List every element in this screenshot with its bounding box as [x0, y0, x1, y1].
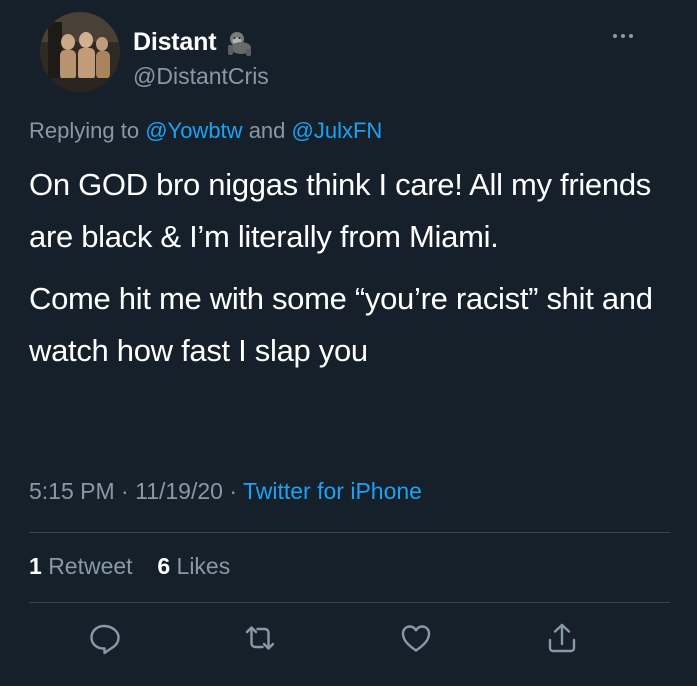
reply-mention-julxfn[interactable]: @JulxFN — [292, 118, 383, 143]
tweet-paragraph-1: On GOD bro niggas think I care! All my f… — [29, 167, 651, 254]
like-stat[interactable]: 6 Likes — [157, 553, 230, 579]
like-label: Likes — [176, 553, 231, 579]
handle[interactable]: @DistantCris — [133, 63, 269, 90]
reply-prefix: Replying to — [29, 118, 140, 143]
action-bar — [0, 620, 697, 660]
meta-separator: · — [121, 478, 129, 504]
more-icon[interactable] — [608, 26, 638, 46]
reply-joiner: and — [248, 118, 286, 143]
retweet-icon[interactable] — [242, 620, 278, 656]
like-icon[interactable] — [398, 620, 434, 656]
name-row: Distant — [133, 28, 254, 57]
engagement-stats: 1 Retweet 6 Likes — [29, 553, 230, 580]
replying-to: Replying to @Yowbtw and @JulxFN — [29, 118, 382, 144]
reply-mention-yowbtw[interactable]: @Yowbtw — [145, 118, 242, 143]
retweet-label: Retweet — [48, 553, 133, 579]
retweet-count: 1 — [29, 553, 42, 579]
meta-separator: · — [229, 478, 237, 504]
divider — [29, 602, 670, 603]
like-count: 6 — [157, 553, 171, 579]
tweet-source[interactable]: Twitter for iPhone — [243, 478, 422, 504]
divider — [29, 532, 670, 533]
avatar-photo — [40, 12, 120, 92]
gorilla-emoji-icon — [224, 30, 254, 56]
display-name[interactable]: Distant — [133, 28, 217, 57]
tweet-time[interactable]: 5:15 PM — [29, 478, 115, 504]
tweet-paragraph-2: Come hit me with some “you’re racist” sh… — [29, 281, 653, 368]
tweet-text: On GOD bro niggas think I care! All my f… — [29, 159, 669, 377]
retweet-stat[interactable]: 1 Retweet — [29, 553, 139, 579]
tweet-date[interactable]: 11/19/20 — [135, 478, 223, 504]
tweet-card: Distant @DistantCris Replying to @Yowbtw… — [0, 0, 697, 686]
tweet-meta: 5:15 PM · 11/19/20 · Twitter for iPhone — [29, 478, 422, 505]
reply-icon[interactable] — [86, 620, 122, 656]
share-icon[interactable] — [544, 620, 580, 656]
avatar[interactable] — [40, 12, 120, 92]
